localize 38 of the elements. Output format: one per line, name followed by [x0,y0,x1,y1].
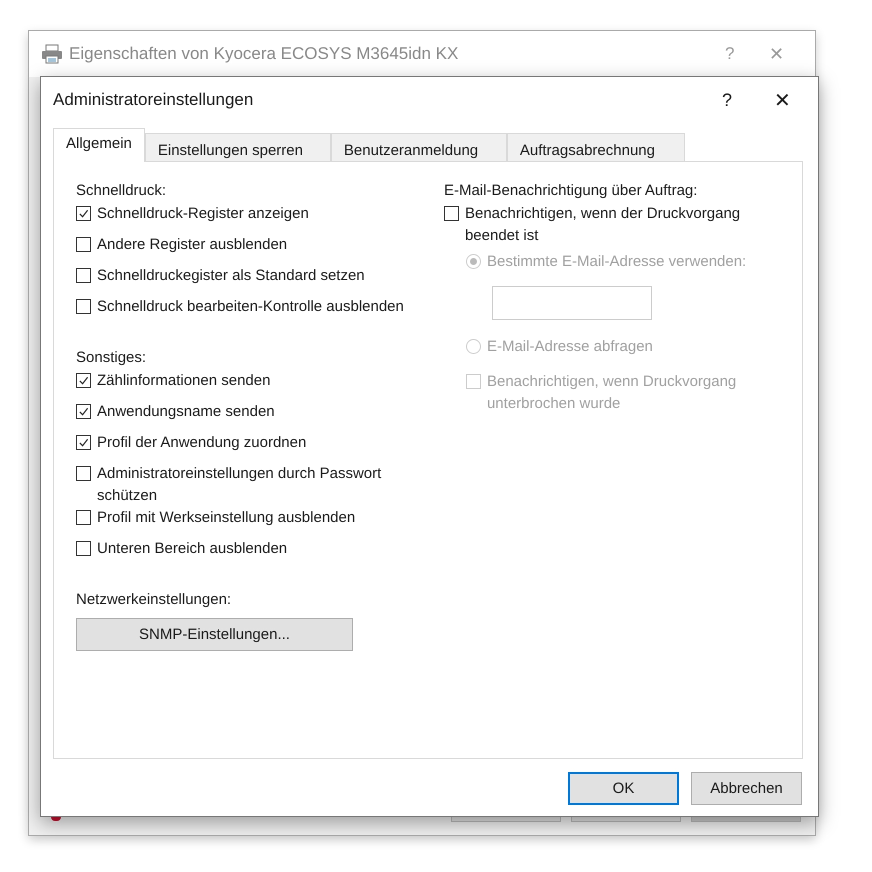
checkbox[interactable] [444,206,459,221]
dialog-title: Administratoreinstellungen [53,90,254,110]
tab[interactable]: Allgemein [53,128,145,162]
checkbox-label[interactable]: Andere Register ausblenden [97,234,288,256]
checkbox-label[interactable]: Schnelldruck-Register anzeigen [97,203,309,225]
checkbox[interactable] [76,268,91,283]
tab[interactable]: Einstellungen sperren [144,133,331,161]
section-heading: Netzwerkeinstellungen: [76,591,232,608]
checkbox-label[interactable]: Zählinformationen senden [97,370,270,392]
checkbox-label[interactable]: Schnelldruck bearbeiten-Kontrolle ausblenden [97,296,404,318]
checkbox[interactable] [76,373,91,388]
tab[interactable]: Auftragsabrechnung [506,133,685,161]
help-button[interactable]: ? [722,90,774,110]
checkbox-label[interactable]: Unteren Bereich ausblenden [97,538,288,560]
checkbox-label[interactable]: Anwendungsname senden [97,401,275,423]
section-heading: E-Mail-Benachrichtigung über Auftrag: [444,182,698,199]
close-button[interactable]: ✕ [774,88,818,112]
checkbox-label[interactable]: Benachrichtigen, wenn der Druckvorgang beendet ist [464,203,775,247]
checkbox[interactable] [76,466,91,481]
section-heading: Sonstiges: [76,349,148,366]
checkbox[interactable] [76,541,91,556]
checkbox[interactable] [76,299,91,314]
dialog-button[interactable]: Abbrechen [691,772,802,805]
snmp-settings-button[interactable]: SNMP-Einstellungen... [76,618,353,651]
checkbox[interactable] [76,237,91,252]
printer-icon [41,44,63,64]
checkbox-label[interactable]: Schnelldruckegister als Standard setzen [97,265,365,287]
section-heading: Schnelldruck: [76,182,168,199]
tab[interactable]: Benutzeranmeldung [330,133,507,161]
dialog-button[interactable]: OK [568,772,679,805]
checkbox[interactable] [76,435,91,450]
checkbox[interactable] [76,206,91,221]
checkbox-label[interactable]: Profil mit Werkseinstellung ausblenden [97,507,356,529]
checkbox[interactable] [76,404,91,419]
checkbox[interactable] [76,510,91,525]
checkbox-label[interactable]: Profil der Anwendung zuordnen [97,432,306,454]
window-title: Eigenschaften von Kyocera ECOSYS M3645idn KX [69,44,460,64]
checkbox-label[interactable]: Administratoreinstellungen durch Passwort schützen [97,463,427,507]
